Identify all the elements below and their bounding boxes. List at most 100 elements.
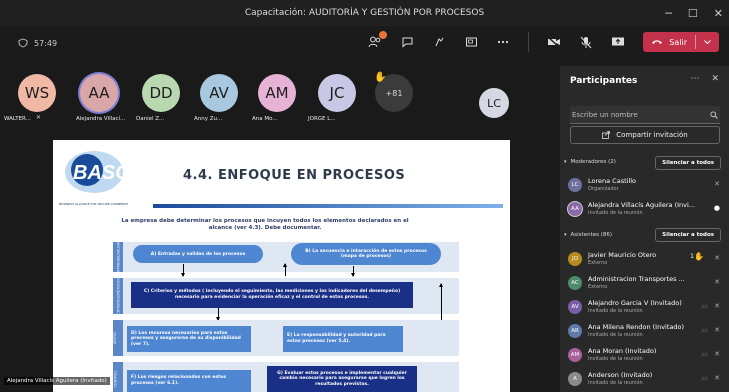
- timer-text: 57:49: [34, 38, 58, 48]
- participant-role: Externo: [588, 284, 608, 290]
- toolbar-separator: [528, 32, 530, 52]
- mic-off-icon: ✕: [714, 302, 720, 310]
- avatar-name: Alejandra Villací...: [76, 116, 126, 122]
- avatar: LC: [568, 178, 582, 192]
- mute-all-button[interactable]: Silenciar a todos: [655, 228, 721, 242]
- mic-off-icon: ✕: [714, 180, 720, 188]
- avatar: A: [568, 372, 582, 386]
- avatar-name: JORGE L...: [308, 116, 336, 122]
- arrow: [181, 264, 185, 277]
- maximize-button[interactable]: ☐: [688, 7, 698, 20]
- share-screen-icon[interactable]: [611, 35, 625, 49]
- camera-off-icon: ▭: [701, 302, 708, 310]
- meeting-timer: 57:49: [18, 38, 57, 48]
- participant-name: Administracion Transportes ...: [588, 275, 685, 283]
- arrow: [351, 266, 355, 277]
- meeting-stage: WS WALTER... ✕ AA Alejandra Villací... D…: [0, 66, 560, 392]
- search-input[interactable]: Escribe un nombre: [570, 106, 720, 124]
- title-bar: Capacitación: AUDITORÍA Y GESTIÓN POR PR…: [0, 0, 729, 26]
- leave-label: Salir: [669, 37, 687, 47]
- phone-icon: [652, 40, 663, 44]
- list-item[interactable]: JO Javier Mauricio Otero Externo 1 ✋ ✕: [568, 250, 724, 270]
- chevron-down-icon[interactable]: [704, 39, 711, 45]
- participant-role: Invitado de la reunión: [588, 210, 643, 216]
- close-button[interactable]: ✕: [714, 7, 723, 20]
- avatar[interactable]: WS: [18, 74, 56, 112]
- participants-badge: [379, 31, 388, 39]
- box-f: F) Los riesgos relacionados con estos pr…: [127, 370, 251, 392]
- participant-name: Javier Mauricio Otero: [588, 251, 657, 259]
- camera-off-icon: ▭: [701, 374, 708, 382]
- meeting-toolbar: 57:49 Salir: [0, 26, 729, 66]
- floating-avatar[interactable]: LC: [479, 88, 509, 118]
- box-e: E) La responsabilidad y autoridad para e…: [283, 326, 403, 352]
- avatar: JO: [568, 252, 582, 266]
- camera-off-icon[interactable]: [547, 35, 561, 49]
- share-invite-button[interactable]: Compartir invitación: [570, 126, 720, 144]
- box-d: D) Los recursos necesarios para estos pr…: [127, 326, 251, 352]
- avatar-name: Ana Mo...: [252, 116, 278, 122]
- mute-all-button[interactable]: Silenciar a todos: [655, 156, 721, 170]
- moderators-header[interactable]: ▾ Moderadores (2): [564, 159, 616, 165]
- list-item[interactable]: AR Ana Milena Rendon (Invitado) Invitado…: [568, 322, 724, 342]
- chat-icon[interactable]: [400, 35, 414, 49]
- avatar[interactable]: AA: [80, 74, 118, 112]
- more-options-icon[interactable]: [496, 35, 510, 49]
- raised-hand-icon: ✋: [374, 72, 387, 83]
- basc-logo: BASC: [65, 151, 125, 193]
- avatar: AV: [568, 300, 582, 314]
- avatar[interactable]: AM: [258, 74, 296, 112]
- share-invite-label: Compartir invitación: [616, 131, 688, 139]
- avatar[interactable]: DD: [142, 74, 180, 112]
- slide-title: 4.4. ENFOQUE EN PROCESOS: [183, 168, 406, 183]
- avatar-strip: WS WALTER... ✕ AA Alejandra Villací... D…: [0, 66, 560, 136]
- mic-icon: ●: [713, 204, 720, 212]
- shield-icon: [18, 38, 28, 48]
- band-4: CONTROL: [113, 362, 123, 392]
- mic-off-icon: ✕: [714, 278, 720, 286]
- mic-off-icon[interactable]: [579, 35, 593, 49]
- participant-role: Invitado de la reunión: [588, 380, 643, 386]
- avatar: AC: [568, 276, 582, 290]
- raised-hand-icon: ✋: [694, 252, 704, 261]
- participant-role: Invitado de la reunión: [588, 308, 643, 314]
- reactions-icon[interactable]: [432, 35, 446, 49]
- participant-role: Externo: [588, 260, 608, 266]
- chevron-down-icon: ▾: [564, 232, 567, 238]
- mic-off-icon: ✕: [36, 114, 42, 121]
- title-underline: [153, 204, 503, 208]
- band-3: APOYO: [113, 320, 123, 356]
- attendees-header[interactable]: ▾ Asistentes (86): [564, 232, 612, 238]
- minimize-button[interactable]: ─: [665, 7, 672, 20]
- list-item[interactable]: AM Ana Moran (Invitado) Invitado de la r…: [568, 346, 724, 366]
- list-item[interactable]: A Anderson (Invitado) Invitado de la reu…: [568, 370, 724, 390]
- mic-off-icon: ✕: [714, 254, 720, 262]
- band-1: ENTRADAS/SALIDAS: [113, 240, 123, 275]
- shared-slide: BASC BUSINESS ALLIANCE FOR SECURE COMMER…: [53, 140, 510, 392]
- participants-icon[interactable]: [368, 31, 388, 49]
- participant-role: Organizador: [588, 186, 619, 192]
- avatar-name: Daniel Z...: [136, 116, 165, 122]
- box-g: G) Evaluar estos procesos e implementar …: [267, 366, 417, 392]
- leave-button[interactable]: Salir: [643, 32, 719, 52]
- list-item[interactable]: AC Administracion Transportes ... Extern…: [568, 274, 724, 294]
- camera-off-icon: ▭: [701, 326, 708, 334]
- rooms-icon[interactable]: [464, 35, 478, 49]
- search-placeholder: Escribe un nombre: [572, 110, 638, 119]
- avatar: AA: [568, 202, 582, 216]
- mic-off-icon: ✕: [714, 326, 720, 334]
- close-panel-icon[interactable]: ✕: [711, 74, 719, 84]
- participant-name: Anderson (Invitado): [588, 371, 653, 379]
- panel-controls: ⋯ ✕: [690, 74, 719, 84]
- share-icon: [602, 131, 611, 139]
- panel-more-icon[interactable]: ⋯: [690, 74, 699, 84]
- arrow: [439, 283, 443, 324]
- list-item[interactable]: AV Alejandro Garcia V (Invitado) Invitad…: [568, 298, 724, 318]
- avatar[interactable]: JC: [318, 74, 356, 112]
- list-item[interactable]: LC Lorena Castillo Organizador ✕: [568, 176, 724, 196]
- svg-text:BASC: BASC: [73, 162, 125, 184]
- toolbar-actions: Salir: [368, 31, 719, 52]
- pill-b: B) La secuencia e interacción de estos p…: [291, 243, 441, 265]
- list-item[interactable]: AA Alejandra Villacís Aguilera (Invi... …: [568, 200, 724, 220]
- avatar[interactable]: AV: [200, 74, 238, 112]
